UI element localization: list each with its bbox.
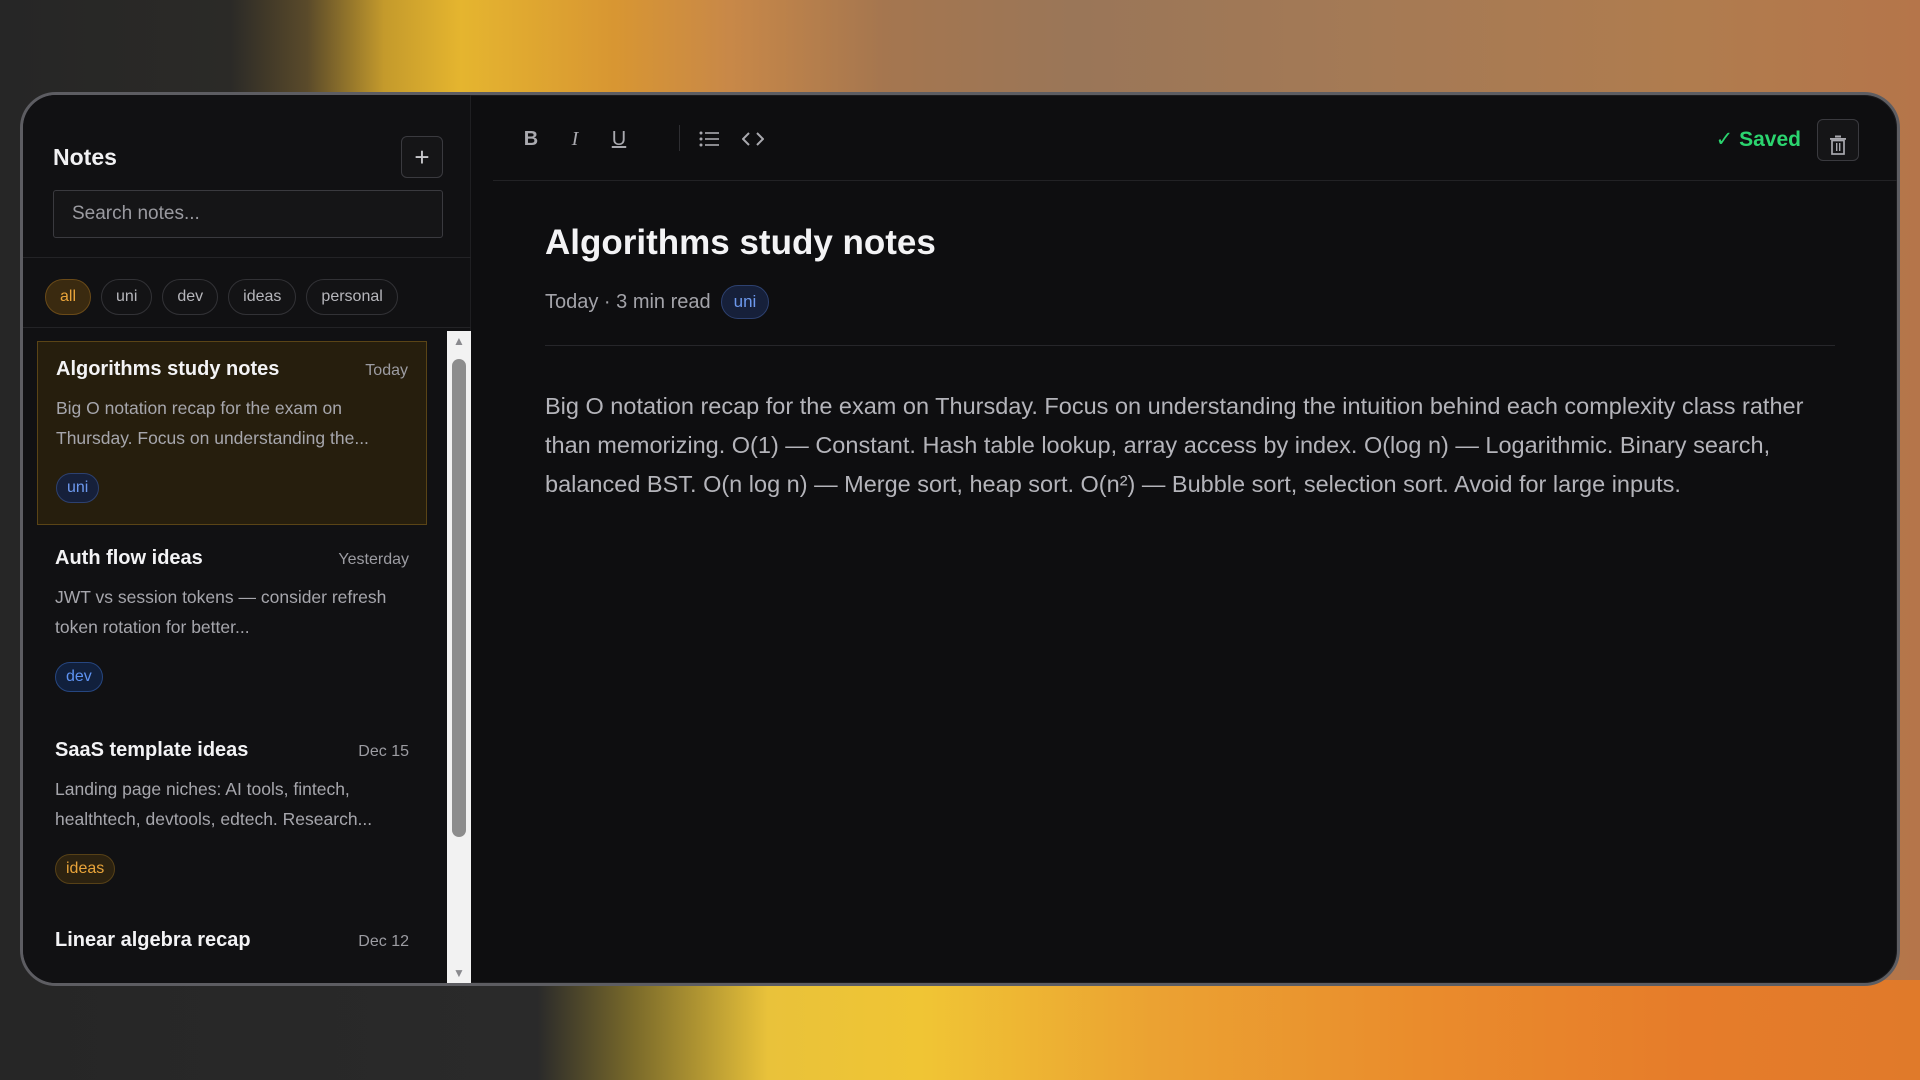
- title-divider: [545, 345, 1835, 346]
- plus-icon: +: [414, 142, 430, 172]
- filter-chip-personal[interactable]: personal: [306, 279, 398, 315]
- note-meta-text: Today · 3 min read: [545, 290, 711, 313]
- editor-pane: B I U ✓ Saved Algorithms study notes Tod…: [471, 95, 1897, 983]
- add-note-button[interactable]: +: [401, 136, 443, 178]
- list-icon: [699, 131, 719, 147]
- scroll-up-arrow-icon[interactable]: ▲: [447, 331, 471, 351]
- filters-divider: [23, 327, 471, 328]
- note-date: Dec 12: [358, 933, 409, 950]
- filter-chip-dev[interactable]: dev: [162, 279, 219, 315]
- note-title: SaaS template ideas: [55, 739, 249, 761]
- bold-button[interactable]: B: [513, 121, 549, 157]
- bullet-list-button[interactable]: [691, 121, 727, 157]
- underline-button[interactable]: U: [601, 121, 637, 157]
- check-icon: ✓: [1715, 128, 1734, 151]
- italic-button[interactable]: I: [557, 121, 593, 157]
- filter-chip-uni[interactable]: uni: [101, 279, 153, 315]
- note-body-editor[interactable]: Big O notation recap for the exam on Thu…: [545, 387, 1845, 504]
- note-meta: Today · 3 min read uni: [545, 285, 770, 319]
- note-tag: ideas: [55, 854, 116, 884]
- note-title: Algorithms study notes: [56, 358, 280, 380]
- sidebar-title: Notes: [53, 143, 117, 170]
- code-button[interactable]: [735, 121, 771, 157]
- app-window: Notes + all uni dev ideas personal Algor…: [20, 92, 1900, 986]
- toolbar-separator: [679, 125, 680, 151]
- note-title: Auth flow ideas: [55, 547, 203, 569]
- note-item-auth-flow[interactable]: Auth flow ideas Yesterday JWT vs session…: [37, 531, 427, 715]
- note-list: Algorithms study notes Today Big O notat…: [37, 331, 457, 983]
- note-date: Yesterday: [338, 551, 409, 568]
- save-status: ✓ Saved: [1716, 127, 1801, 152]
- sidebar-divider: [23, 257, 471, 258]
- note-tag: dev: [55, 662, 103, 692]
- tag-filters: all uni dev ideas personal: [45, 279, 398, 315]
- code-icon: [741, 132, 765, 146]
- save-status-label: Saved: [1739, 128, 1801, 151]
- note-item-linear-algebra[interactable]: Linear algebra recap Dec 12: [37, 913, 427, 983]
- note-date: Dec 15: [358, 743, 409, 760]
- note-title: Linear algebra recap: [55, 929, 251, 951]
- note-tag-badge: uni: [720, 285, 770, 319]
- filter-chip-ideas[interactable]: ideas: [228, 279, 297, 315]
- scroll-down-arrow-icon[interactable]: ▼: [447, 963, 471, 983]
- sidebar-header: Notes +: [53, 135, 443, 179]
- delete-note-button[interactable]: [1817, 119, 1859, 161]
- trash-icon: [1830, 135, 1846, 155]
- scrollbar-thumb[interactable]: [452, 359, 466, 837]
- note-date: Today: [365, 362, 408, 379]
- note-item-saas-template[interactable]: SaaS template ideas Dec 15 Landing page …: [37, 723, 427, 907]
- note-tag: uni: [56, 473, 100, 503]
- note-title-heading[interactable]: Algorithms study notes: [545, 223, 936, 263]
- note-preview: JWT vs session tokens — consider refresh…: [55, 587, 387, 637]
- note-preview: Landing page niches: AI tools, fintech, …: [55, 779, 373, 829]
- note-item-algorithms[interactable]: Algorithms study notes Today Big O notat…: [37, 341, 427, 525]
- formatting-toolbar: B I U ✓ Saved: [493, 95, 1897, 181]
- sidebar: Notes + all uni dev ideas personal Algor…: [23, 95, 471, 983]
- search-input[interactable]: [53, 190, 443, 238]
- note-list-scrollbar[interactable]: ▲ ▼: [447, 331, 471, 983]
- filter-chip-all[interactable]: all: [45, 279, 92, 315]
- note-preview: Big O notation recap for the exam on Thu…: [56, 398, 369, 448]
- background-glow: [0, 980, 1920, 1080]
